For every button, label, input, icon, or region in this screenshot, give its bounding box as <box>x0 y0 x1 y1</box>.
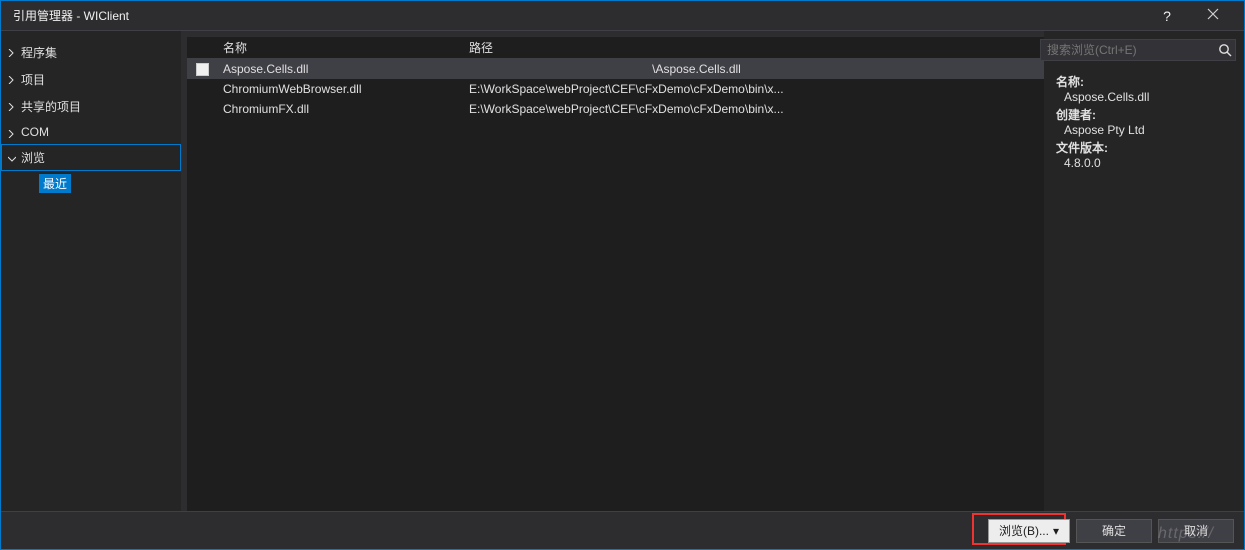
table-row[interactable]: ChromiumWebBrowser.dll E:\WorkSpace\webP… <box>187 79 1044 99</box>
detail-name-value: Aspose.Cells.dll <box>1056 90 1232 104</box>
table-row[interactable]: Aspose.Cells.dll \Aspose.Cells.dll <box>187 59 1044 79</box>
row-name: ChromiumWebBrowser.dll <box>217 82 463 96</box>
sidebar-subitem-recent[interactable]: 最近 <box>39 174 71 193</box>
list-area: 名称 路径 Aspose.Cells.dll \Aspose.Cells.dll… <box>187 37 1044 511</box>
help-button[interactable]: ? <box>1144 1 1190 31</box>
row-path: E:\WorkSpace\webProject\CEF\cFxDemo\cFxD… <box>463 82 1044 96</box>
row-checkbox-cell <box>187 63 217 76</box>
row-path: E:\WorkSpace\webProject\CEF\cFxDemo\cFxD… <box>463 102 1044 116</box>
reference-manager-window: 引用管理器 - WIClient ? 程序集 项目 共享的项目 COM <box>0 0 1245 550</box>
ok-button[interactable]: 确定 <box>1076 519 1152 543</box>
browse-button[interactable]: 浏览(B)... ▾ <box>988 519 1070 543</box>
table-header: 名称 路径 <box>187 37 1044 59</box>
sidebar-item-label: 共享的项目 <box>21 100 81 114</box>
column-name[interactable]: 名称 <box>217 39 463 56</box>
reference-table: 名称 路径 Aspose.Cells.dll \Aspose.Cells.dll… <box>187 37 1044 511</box>
row-name: ChromiumFX.dll <box>217 102 463 116</box>
search-wrap <box>1040 39 1236 61</box>
chevron-right-icon <box>7 127 15 135</box>
column-path[interactable]: 路径 <box>463 39 1044 56</box>
sidebar-item-label: 浏览 <box>21 151 45 165</box>
chevron-right-icon <box>7 46 15 54</box>
window-title: 引用管理器 - WIClient <box>9 7 1144 24</box>
search-icon[interactable] <box>1218 43 1232 57</box>
detail-version-value: 4.8.0.0 <box>1056 156 1232 170</box>
search-input[interactable] <box>1040 39 1236 61</box>
chevron-down-icon <box>8 152 16 160</box>
chevron-right-icon <box>7 100 15 108</box>
sidebar-subitems: 最近 <box>1 171 181 196</box>
browse-button-label: 浏览(B)... <box>999 524 1049 538</box>
sidebar-item-label: 程序集 <box>21 46 57 60</box>
chevron-right-icon <box>7 73 15 81</box>
detail-name-label: 名称: <box>1056 73 1232 90</box>
row-path: \Aspose.Cells.dll <box>463 62 1044 76</box>
table-row[interactable]: ChromiumFX.dll E:\WorkSpace\webProject\C… <box>187 99 1044 119</box>
sidebar-item-browse[interactable]: 浏览 <box>1 144 181 171</box>
row-name: Aspose.Cells.dll <box>217 62 463 76</box>
search-row <box>1056 37 1240 63</box>
sidebar-item-assemblies[interactable]: 程序集 <box>1 39 181 66</box>
sidebar-item-shared-projects[interactable]: 共享的项目 <box>1 93 181 120</box>
detail-version-label: 文件版本: <box>1056 139 1232 156</box>
detail-author-label: 创建者: <box>1056 106 1232 123</box>
titlebar: 引用管理器 - WIClient ? <box>1 1 1244 31</box>
dropdown-caret-icon: ▾ <box>1053 524 1059 538</box>
cancel-button[interactable]: 取消 <box>1158 519 1234 543</box>
sidebar-item-com[interactable]: COM <box>1 120 181 144</box>
close-button[interactable] <box>1190 1 1236 31</box>
sidebar-item-label: COM <box>21 125 49 139</box>
details-panel: 名称: Aspose.Cells.dll 创建者: Aspose Pty Ltd… <box>1044 31 1244 511</box>
sidebar: 程序集 项目 共享的项目 COM 浏览 最近 <box>1 31 181 511</box>
checkbox[interactable] <box>196 63 209 76</box>
main-area: 名称 路径 Aspose.Cells.dll \Aspose.Cells.dll… <box>181 31 1244 511</box>
close-icon <box>1207 8 1219 23</box>
dialog-body: 程序集 项目 共享的项目 COM 浏览 最近 <box>1 31 1244 511</box>
sidebar-item-label: 项目 <box>21 73 45 87</box>
sidebar-item-projects[interactable]: 项目 <box>1 66 181 93</box>
dialog-footer: https:// 浏览(B)...▾ 确定 取消 <box>1 511 1244 549</box>
detail-author-value: Aspose Pty Ltd <box>1056 123 1232 137</box>
